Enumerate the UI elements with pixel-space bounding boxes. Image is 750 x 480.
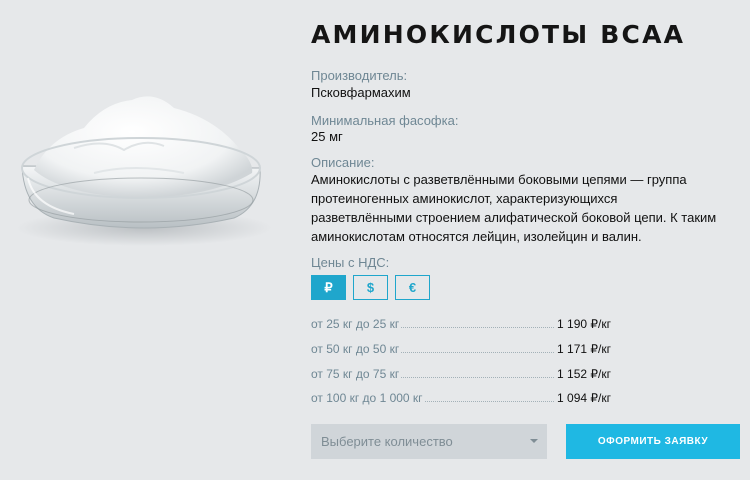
page-title: АМИНОКИСЛОТЫ BCAA xyxy=(311,20,686,49)
price-range: от 75 кг до 75 кг xyxy=(311,367,400,381)
price-value: 1 190 ₽/кг xyxy=(557,317,611,331)
manufacturer-label: Производитель: xyxy=(311,68,408,83)
quantity-select-placeholder: Выберите количество xyxy=(321,434,453,449)
price-row: от 50 кг до 50 кг 1 171 ₽/кг xyxy=(311,340,611,356)
price-value: 1 171 ₽/кг xyxy=(557,342,611,356)
dot-leader xyxy=(424,401,555,402)
quantity-select[interactable]: Выберите количество xyxy=(311,424,547,459)
price-row: от 100 кг до 1 000 кг 1 094 ₽/кг xyxy=(311,389,611,405)
prices-label: Цены с НДС: xyxy=(311,255,390,270)
dot-leader xyxy=(401,327,555,328)
currency-switcher: ₽ $ € xyxy=(311,275,437,300)
min-pack-label: Минимальная фасофка: xyxy=(311,113,459,128)
description-text: Аминокислоты с разветвлёнными боковыми ц… xyxy=(311,172,717,244)
currency-rub-button[interactable]: ₽ xyxy=(311,275,346,300)
price-range: от 50 кг до 50 кг xyxy=(311,342,400,356)
description-label: Описание: xyxy=(311,155,375,170)
dot-leader xyxy=(401,377,555,378)
product-image xyxy=(16,96,272,246)
price-range: от 25 кг до 25 кг xyxy=(311,317,400,331)
price-row: от 25 кг до 25 кг 1 190 ₽/кг xyxy=(311,315,611,331)
submit-order-button[interactable]: ОФОРМИТЬ ЗАЯВКУ xyxy=(566,424,740,459)
min-pack-value: 25 мг xyxy=(311,129,343,144)
price-range: от 100 кг до 1 000 кг xyxy=(311,391,423,405)
chevron-down-icon xyxy=(530,439,538,443)
price-value: 1 094 ₽/кг xyxy=(557,391,611,405)
dot-leader xyxy=(401,352,555,353)
price-value: 1 152 ₽/кг xyxy=(557,367,611,381)
currency-usd-button[interactable]: $ xyxy=(353,275,388,300)
price-row: от 75 кг до 75 кг 1 152 ₽/кг xyxy=(311,365,611,381)
currency-eur-button[interactable]: € xyxy=(395,275,430,300)
manufacturer-value: Псковфармахим xyxy=(311,85,411,100)
